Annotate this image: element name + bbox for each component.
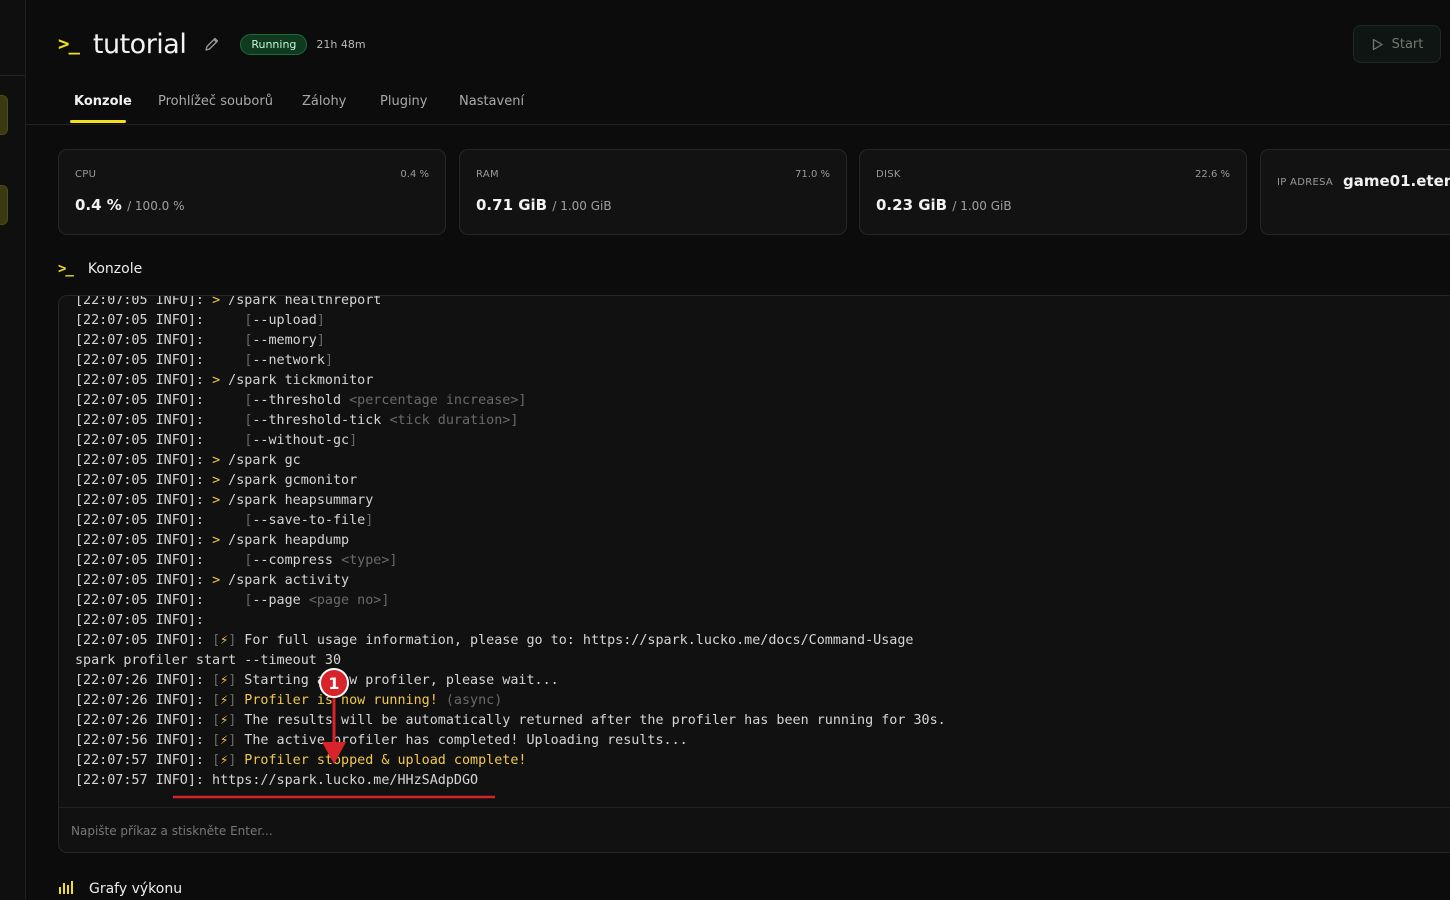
annotation-arrow-head [322,742,346,764]
annotation-step-marker: 1 [319,668,349,698]
annotation-overlay [173,698,495,799]
